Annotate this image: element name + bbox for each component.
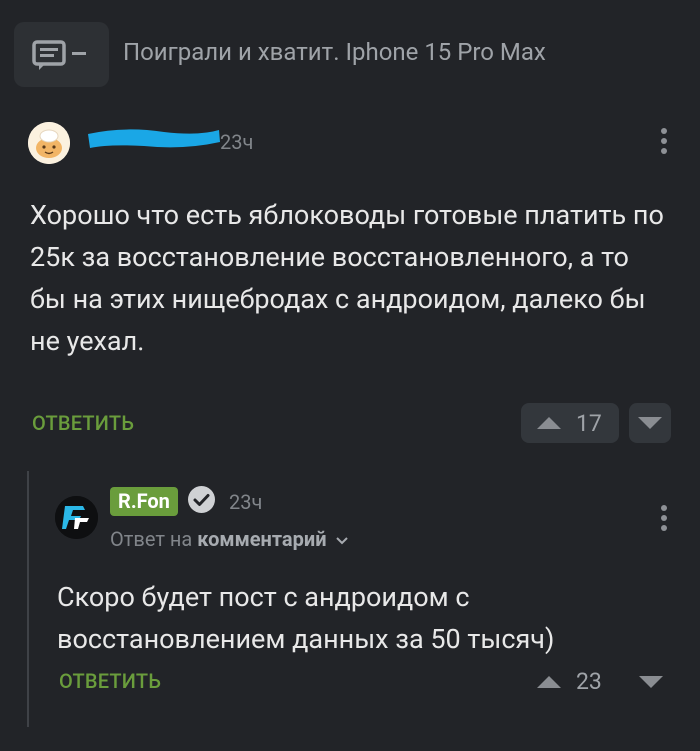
avatar[interactable] bbox=[55, 496, 98, 539]
comment-rating: 23 bbox=[576, 668, 602, 695]
comment-time: 23ч bbox=[220, 130, 254, 154]
arrow-down-icon bbox=[638, 417, 662, 429]
redacted-username-scribble bbox=[88, 129, 220, 148]
comment-text: Хорошо что есть яблоководы готовые плати… bbox=[30, 199, 664, 357]
reply-to-prefix: Ответ на bbox=[110, 527, 193, 551]
comment-text: Скоро будет пост с андроидом с восстанов… bbox=[57, 581, 555, 655]
author-name[interactable]: R.Fon bbox=[110, 487, 178, 516]
more-options-icon[interactable] bbox=[661, 505, 667, 531]
downvote-button[interactable] bbox=[629, 403, 671, 443]
reply-button[interactable]: ОТВЕТИТЬ bbox=[59, 669, 161, 693]
arrow-up-icon bbox=[537, 417, 561, 429]
post-title[interactable]: Поиграли и хватит. Iphone 15 Pro Max bbox=[123, 38, 546, 66]
upvote-button[interactable] bbox=[521, 403, 619, 443]
rf-logo-avatar-icon bbox=[55, 496, 98, 539]
avatar[interactable] bbox=[28, 122, 70, 164]
downvote-button[interactable] bbox=[639, 676, 663, 688]
thread-line[interactable] bbox=[27, 471, 29, 727]
reply-button[interactable]: ОТВЕТИТЬ bbox=[32, 411, 134, 435]
reply-to-link[interactable]: Ответ на комментарий bbox=[110, 527, 349, 551]
verified-check-icon bbox=[188, 486, 215, 513]
comments-collapse-icon bbox=[32, 40, 86, 70]
comment-rating: 17 bbox=[576, 410, 602, 437]
chef-avatar-icon bbox=[28, 122, 70, 164]
collapse-comments-button[interactable] bbox=[14, 22, 109, 87]
more-options-icon[interactable] bbox=[661, 128, 667, 154]
upvote-button[interactable] bbox=[537, 676, 561, 688]
chevron-down-icon bbox=[335, 537, 348, 545]
comment-time: 23ч bbox=[229, 490, 263, 514]
reply-to-target: комментарий bbox=[197, 527, 327, 551]
